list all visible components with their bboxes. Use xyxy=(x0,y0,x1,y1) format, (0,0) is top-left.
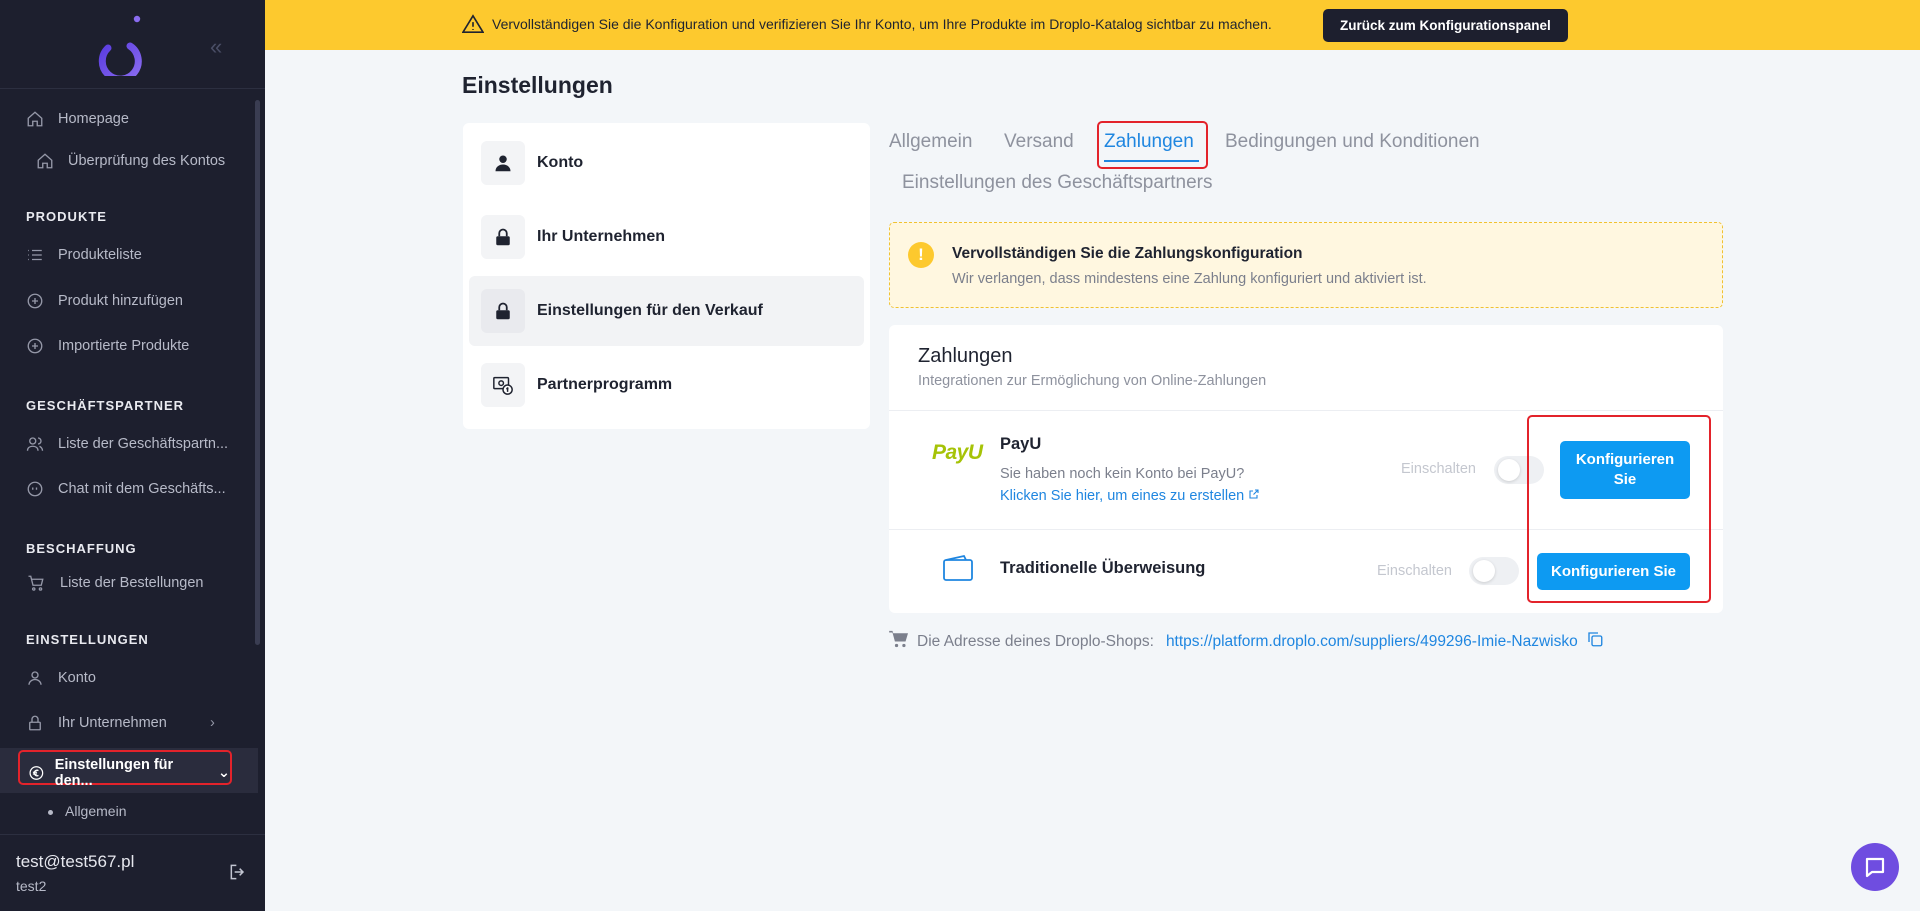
payu-logo: PayU xyxy=(932,441,983,465)
settings-item-partner-program[interactable]: Partnerprogramm xyxy=(469,350,864,420)
payu-name: PayU xyxy=(1000,435,1042,453)
sidebar-section-partners: GESCHÄFTSPARTNER xyxy=(26,398,185,413)
user-email: test@test567.pl xyxy=(16,852,135,871)
sidebar-header: « xyxy=(0,0,265,89)
home-icon xyxy=(27,111,43,127)
sidebar-item-homepage[interactable]: Homepage xyxy=(26,108,129,130)
user-icon xyxy=(481,141,525,185)
sidebar-item-label: Ihr Unternehmen xyxy=(58,715,167,731)
divider xyxy=(889,410,1723,411)
sidebar-item-label: Produkteliste xyxy=(58,247,142,263)
back-to-config-panel-button[interactable]: Zurück zum Konfigurationspanel xyxy=(1323,9,1568,42)
chevron-right-icon: › xyxy=(210,715,215,731)
wallet-icon xyxy=(942,554,974,587)
lock-icon xyxy=(481,289,525,333)
payu-description: Sie haben noch kein Konto bei PayU? xyxy=(1000,466,1245,482)
warning-title: Vervollständigen Sie die Zahlungskonfigu… xyxy=(952,245,1303,262)
plus-circle-icon xyxy=(27,293,43,309)
sidebar-item-label: Liste der Bestellungen xyxy=(60,575,204,591)
settings-item-account[interactable]: Konto xyxy=(469,128,864,198)
payu-link-text: Klicken Sie hier, um eines zu erstellen xyxy=(1000,488,1245,504)
sidebar-item-label: Chat mit dem Geschäfts... xyxy=(58,481,226,497)
settings-item-label: Konto xyxy=(537,154,584,171)
transfer-name: Traditionelle Überweisung xyxy=(1000,559,1206,577)
tab-terms[interactable]: Bedingungen und Konditionen xyxy=(1225,131,1480,153)
droplo-logo[interactable] xyxy=(98,14,146,83)
copy-icon[interactable] xyxy=(1586,630,1604,653)
payu-switch-label: Einschalten xyxy=(1401,461,1476,477)
plus-circle-icon xyxy=(27,338,43,354)
external-link-icon xyxy=(1248,488,1260,504)
sidebar-item-orders[interactable]: Liste der Bestellungen xyxy=(26,572,204,594)
sidebar-item-account-verification[interactable]: Überprüfung des Kontos xyxy=(36,150,225,172)
chevron-down-icon: ⌄ xyxy=(217,765,230,781)
sidebar-section-products: PRODUKTE xyxy=(26,209,107,224)
home-icon xyxy=(37,153,53,169)
cart-icon xyxy=(889,630,909,653)
euro-icon xyxy=(29,766,44,780)
payu-create-account-link[interactable]: Klicken Sie hier, um eines zu erstellen xyxy=(1000,488,1260,504)
sidebar-section-procurement: BESCHAFFUNG xyxy=(26,541,137,556)
support-chat-button[interactable] xyxy=(1851,843,1899,891)
payment-config-warning: ! Vervollständigen Sie die Zahlungskonfi… xyxy=(889,222,1723,308)
sidebar: « Homepage Überprüfung des Kontos PRODUK… xyxy=(0,0,265,911)
configure-buttons-highlight xyxy=(1527,415,1711,603)
tab-partner-settings[interactable]: Einstellungen des Geschäftspartners xyxy=(902,172,1213,194)
sidebar-item-add-product[interactable]: Produkt hinzufügen xyxy=(26,290,183,312)
sidebar-item-your-company[interactable]: Ihr Unternehmen › xyxy=(26,712,226,734)
banner-text: Vervollständigen Sie die Konfiguration u… xyxy=(492,16,1272,32)
tab-payments-highlight xyxy=(1097,121,1208,169)
warning-triangle-icon xyxy=(461,14,485,39)
transfer-enable-switch[interactable] xyxy=(1469,557,1519,585)
sidebar-item-product-list[interactable]: Produkteliste xyxy=(26,244,142,266)
sidebar-item-partner-chat[interactable]: Chat mit dem Geschäfts... xyxy=(26,478,226,500)
sidebar-item-label: Homepage xyxy=(58,111,129,127)
config-warning-banner: Vervollständigen Sie die Konfiguration u… xyxy=(265,0,1920,50)
sidebar-item-label: Überprüfung des Kontos xyxy=(68,153,226,169)
shop-address-label: Die Adresse deines Droplo-Shops: xyxy=(917,632,1154,650)
payments-title: Zahlungen xyxy=(918,345,1013,367)
sidebar-scrollbar[interactable] xyxy=(255,100,260,645)
warning-text: Wir verlangen, dass mindestens eine Zahl… xyxy=(952,271,1427,287)
settings-item-your-company[interactable]: Ihr Unternehmen xyxy=(469,202,864,272)
exclamation-icon: ! xyxy=(908,242,934,268)
transfer-switch-label: Einschalten xyxy=(1377,563,1452,579)
sidebar-item-label: Produkt hinzufügen xyxy=(58,293,183,309)
user-name: test2 xyxy=(16,878,47,894)
sidebar-item-label: Konto xyxy=(58,670,96,686)
cart-icon xyxy=(28,575,44,591)
sidebar-subitem-general[interactable]: Allgemein xyxy=(48,803,126,819)
users-icon xyxy=(26,437,44,451)
logout-icon[interactable] xyxy=(228,862,248,887)
chat-icon xyxy=(27,481,43,497)
page-title: Einstellungen xyxy=(462,72,613,98)
chat-bubble-icon xyxy=(1865,857,1885,878)
settings-item-label: Einstellungen für den Verkauf xyxy=(537,302,763,319)
sidebar-item-account[interactable]: Konto xyxy=(26,667,96,689)
sidebar-item-imported-products[interactable]: Importierte Produkte xyxy=(26,335,189,357)
sidebar-item-label: Importierte Produkte xyxy=(58,338,190,354)
tab-general[interactable]: Allgemein xyxy=(889,131,972,153)
partner-program-icon xyxy=(481,363,525,407)
settings-menu: Konto Ihr Unternehmen Einstellungen für … xyxy=(463,123,870,429)
sidebar-item-sales-settings[interactable]: Einstellungen für den... ⌄ xyxy=(18,750,232,789)
settings-item-label: Ihr Unternehmen xyxy=(537,228,666,245)
sidebar-item-partner-list[interactable]: Liste der Geschäftspartn... xyxy=(26,433,228,455)
lock-icon xyxy=(481,215,525,259)
lock-icon xyxy=(29,715,41,731)
payu-logo-text: PayU xyxy=(932,441,983,464)
user-panel: test@test567.pl test2 xyxy=(0,834,265,911)
settings-item-label: Partnerprogramm xyxy=(537,376,673,393)
shop-address: Die Adresse deines Droplo-Shops: https:/… xyxy=(889,630,1604,653)
settings-item-sales-settings[interactable]: Einstellungen für den Verkauf xyxy=(469,276,864,346)
sidebar-item-label: Liste der Geschäftspartn... xyxy=(58,436,229,452)
tab-shipping[interactable]: Versand xyxy=(1004,131,1074,153)
list-icon xyxy=(28,249,42,261)
sidebar-section-settings: EINSTELLUNGEN xyxy=(26,632,149,647)
shop-url-link[interactable]: https://platform.droplo.com/suppliers/49… xyxy=(1166,633,1578,651)
payments-subtitle: Integrationen zur Ermöglichung von Onlin… xyxy=(918,373,1267,389)
user-icon xyxy=(28,671,42,685)
collapse-sidebar-icon[interactable]: « xyxy=(210,34,222,60)
sidebar-item-label: Einstellungen für den... xyxy=(54,757,174,789)
